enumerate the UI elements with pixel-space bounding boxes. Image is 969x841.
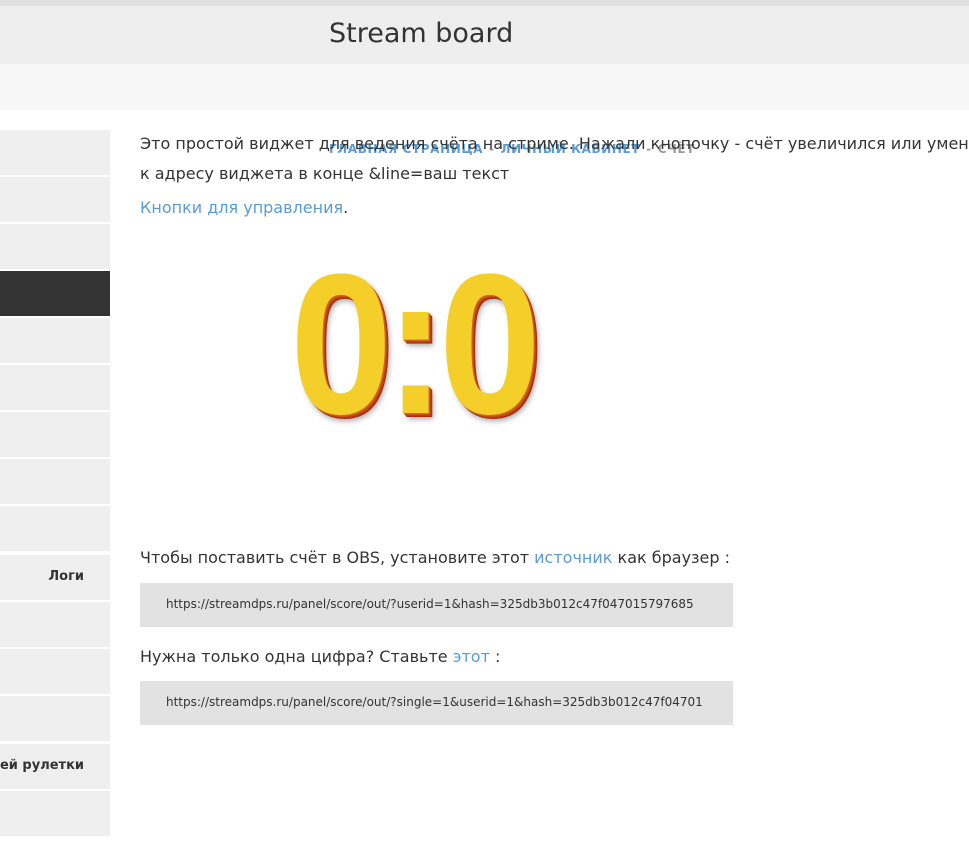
obs-url-field[interactable]: https://streamdps.ru/panel/score/out/?us… — [140, 583, 733, 627]
sidebar-item-label: шей рулетки — [0, 758, 84, 773]
controls-dot: . — [343, 198, 349, 217]
sidebar-item[interactable] — [0, 791, 110, 837]
single-source-link[interactable]: этот — [453, 647, 490, 666]
single-url-field[interactable]: https://streamdps.ru/panel/score/out/?si… — [140, 681, 733, 725]
page-header: Stream board — [0, 6, 969, 64]
breadcrumb-bar: ГЛАВНАЯ СТРАНИЦА - ЛИЧНЫЙ КАБИНЕТ - СЧЁТ — [0, 64, 969, 156]
single-instruction: Нужна только одна цифра? Ставьте этот : — [140, 647, 500, 666]
sidebar-item[interactable] — [0, 602, 110, 648]
controls-link[interactable]: Кнопки для управления — [140, 198, 343, 217]
single-text: Нужна только одна цифра? Ставьте — [140, 647, 453, 666]
sidebar-item[interactable] — [0, 696, 110, 742]
page-title: Stream board — [329, 18, 514, 49]
sidebar-item-roulette[interactable]: шей рулетки — [0, 744, 110, 790]
sidebar-item[interactable] — [0, 365, 110, 411]
sidebar-item[interactable] — [0, 506, 110, 552]
sidebar-item[interactable] — [0, 412, 110, 458]
sidebar-item[interactable] — [0, 459, 110, 505]
sidebar-item[interactable] — [0, 318, 110, 364]
controls-paragraph: Кнопки для управления. — [140, 198, 348, 217]
obs-text: Чтобы поставить счёт в OBS, установите э… — [140, 548, 535, 567]
sidebar: Логи шей рулетки — [0, 130, 110, 841]
obs-text-after: как браузер : — [612, 548, 731, 567]
obs-instruction: Чтобы поставить счёт в OBS, установите э… — [140, 548, 730, 567]
sidebar-item[interactable] — [0, 224, 110, 270]
sidebar-item[interactable] — [0, 649, 110, 695]
sidebar-item-logs[interactable]: Логи — [0, 555, 110, 601]
sidebar-item-active[interactable] — [0, 271, 110, 317]
sidebar-item-label: Логи — [48, 569, 84, 584]
intro-text: Это простой виджет для ведения счёта на … — [140, 134, 969, 153]
score-display: 0:0 — [290, 233, 541, 456]
sidebar-item[interactable] — [0, 177, 110, 223]
obs-source-link[interactable]: источник — [534, 548, 612, 567]
single-text-after: : — [489, 647, 501, 666]
sidebar-item[interactable] — [0, 130, 110, 176]
intro-text-line2: к адресу виджета в конце &line=ваш текст — [140, 164, 510, 183]
